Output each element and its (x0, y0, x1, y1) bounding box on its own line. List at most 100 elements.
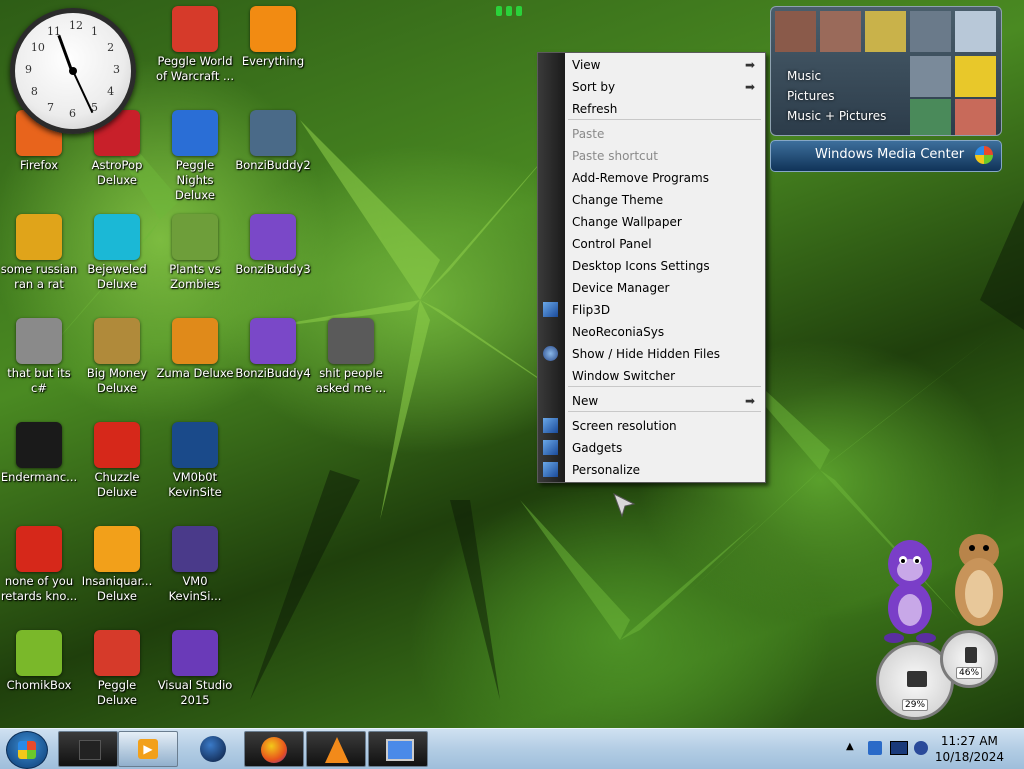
desktop-icon-label: BonziBuddy4 (235, 366, 311, 380)
submenu-arrow-icon: ➡ (744, 394, 755, 408)
desktop-icon[interactable]: BonziBuddy3 (234, 214, 312, 277)
desktop-icon[interactable]: Peggle Deluxe (78, 630, 156, 708)
desktop-icon[interactable]: Peggle World of Warcraft ... (156, 6, 234, 84)
context-menu-item-label: Screen resolution (572, 419, 677, 433)
context-menu-item[interactable]: Change Wallpaper (565, 211, 765, 233)
visual-studio-icon (172, 630, 218, 676)
firefox-icon (261, 737, 287, 763)
context-menu-item[interactable]: NeoReconiaSys (565, 321, 765, 343)
context-menu-item-label: Control Panel (572, 237, 652, 251)
desktop-icon[interactable]: Chuzzle Deluxe (78, 422, 156, 500)
desktop-icon[interactable]: Visual Studio 2015 (156, 630, 234, 708)
taskbar-clock[interactable]: 11:27 AM 10/18/2024 (935, 733, 1004, 765)
taskbar-button-globe[interactable] (184, 731, 244, 767)
context-menu-item-label: Show / Hide Hidden Files (572, 347, 720, 361)
volume-icon[interactable] (914, 741, 928, 755)
context-menu-item-label: Device Manager (572, 281, 670, 295)
desktop-icon[interactable]: that but its c# (0, 318, 78, 396)
desktop-icon[interactable]: VM0 KevinSi... (156, 526, 234, 604)
desktop-icon[interactable]: Big Money Deluxe (78, 318, 156, 396)
taskbar-button-vlc[interactable] (306, 731, 366, 767)
media-center-bar[interactable]: Windows Media Center (770, 140, 1002, 172)
media-label-music-pictures[interactable]: Music + Pictures (787, 109, 886, 123)
show-hidden-icons-icon[interactable]: ▲ (846, 741, 854, 752)
media-tile (910, 11, 951, 52)
context-menu-item[interactable]: View ➡ (565, 54, 765, 76)
context-menu-item[interactable]: New ➡ (565, 390, 765, 412)
desktop-icon[interactable]: ChomikBox (0, 630, 78, 693)
media-label-music[interactable]: Music (787, 69, 821, 83)
desktop-icon-label: Everything (241, 54, 305, 68)
desktop-icon-label: Firefox (19, 158, 59, 172)
desktop-icon-label: Peggle World of Warcraft ... (156, 54, 234, 83)
desktop-icon[interactable]: Zuma Deluxe (156, 318, 234, 381)
context-menu-item[interactable]: Paste (565, 123, 765, 145)
memory-meter-gauge[interactable]: 46% (940, 630, 998, 688)
context-menu-item[interactable]: Add-Remove Programs (565, 167, 765, 189)
context-menu-item[interactable]: Personalize (543, 459, 765, 481)
media-center-gadget[interactable]: Music Pictures Music + Pictures (770, 6, 1002, 136)
files-icon (16, 318, 62, 364)
context-menu-item-label: Add-Remove Programs (572, 171, 709, 185)
desktop-icon[interactable]: Everything (234, 6, 312, 69)
gem-icon (94, 214, 140, 260)
clock-gadget[interactable]: 12 1 2 3 4 5 6 7 8 9 10 11 (10, 8, 136, 134)
desktop-icon-label: BonziBuddy3 (235, 262, 311, 276)
money-bag-icon (94, 318, 140, 364)
context-menu-item[interactable]: Window Switcher (565, 365, 765, 387)
taskbar-button-firefox[interactable] (244, 731, 304, 767)
media-label-pictures[interactable]: Pictures (787, 89, 835, 103)
desktop-icon-label: Peggle Nights Deluxe (175, 158, 215, 202)
context-menu-item-label: Change Wallpaper (572, 215, 682, 229)
desktop-icon[interactable]: Plants vs Zombies (156, 214, 234, 292)
desktop-icon-label: Chuzzle Deluxe (94, 470, 140, 499)
context-menu-item[interactable]: Control Panel (565, 233, 765, 255)
show-desktop-button[interactable] (58, 731, 118, 767)
context-menu-item[interactable]: Desktop Icons Settings (565, 255, 765, 277)
start-button[interactable] (6, 731, 48, 769)
dragon-icon (16, 526, 62, 572)
desktop-icon-label: shit people asked me ... (315, 366, 387, 395)
context-menu-item[interactable]: Change Theme (565, 189, 765, 211)
desktop-icon[interactable]: Endermanc... (0, 422, 78, 485)
desktop-icon[interactable]: BonziBuddy2 (234, 110, 312, 173)
context-menu-item[interactable]: Screen resolution (543, 415, 765, 437)
desktop-icon-label: Plants vs Zombies (169, 262, 221, 291)
context-menu-item[interactable]: Sort by ➡ (565, 76, 765, 98)
desktop-icon[interactable]: VM0b0t KevinSite (156, 422, 234, 500)
hamster-box-icon (16, 630, 62, 676)
cpu-percent: 29% (901, 699, 929, 711)
context-menu-item[interactable]: Device Manager (565, 277, 765, 299)
display-icon[interactable] (890, 741, 908, 755)
taskbar-button-remote-desktop[interactable] (368, 731, 428, 767)
memory-icon (965, 647, 977, 663)
desktop-icon[interactable]: shit people asked me ... (312, 318, 390, 396)
desktop-icon-label: Bejeweled Deluxe (87, 262, 147, 291)
hamster-character[interactable] (944, 530, 1014, 630)
desktop-icon[interactable]: Bejeweled Deluxe (78, 214, 156, 292)
context-menu-separator (568, 411, 761, 412)
memory-percent: 46% (955, 667, 983, 679)
bonzi-character[interactable] (872, 534, 952, 644)
desktop-icon[interactable]: Peggle Nights Deluxe (156, 110, 234, 203)
peggle-icon (172, 6, 218, 52)
context-menu-item[interactable]: Gadgets (543, 437, 765, 459)
context-menu-item[interactable]: Flip3D (543, 299, 765, 321)
desktop-icon-label: BonziBuddy2 (235, 158, 311, 172)
firefox-doc-icon (172, 526, 218, 572)
desktop-icon[interactable]: BonziBuddy4 (234, 318, 312, 381)
desktop-icon[interactable]: none of you retards kno... (0, 526, 78, 604)
context-menu-item[interactable]: Refresh (565, 98, 765, 120)
context-menu-item[interactable]: Paste shortcut (565, 145, 765, 167)
taskbar-button-media-player[interactable]: ▶ (118, 731, 178, 767)
desktop-icon-label: VM0 KevinSi... (168, 574, 222, 603)
globe-icon (543, 346, 558, 361)
network-icon[interactable] (868, 741, 882, 755)
desktop-icon[interactable]: Insaniquar... Deluxe (78, 526, 156, 604)
desktop-icon[interactable]: some russian ran a rat (0, 214, 78, 292)
media-tile (910, 99, 951, 135)
context-menu-item[interactable]: Show / Hide Hidden Files (543, 343, 765, 365)
clock-number: 9 (25, 63, 32, 76)
desktop-icon-label: Zuma Deluxe (156, 366, 234, 380)
media-tile (865, 11, 906, 52)
